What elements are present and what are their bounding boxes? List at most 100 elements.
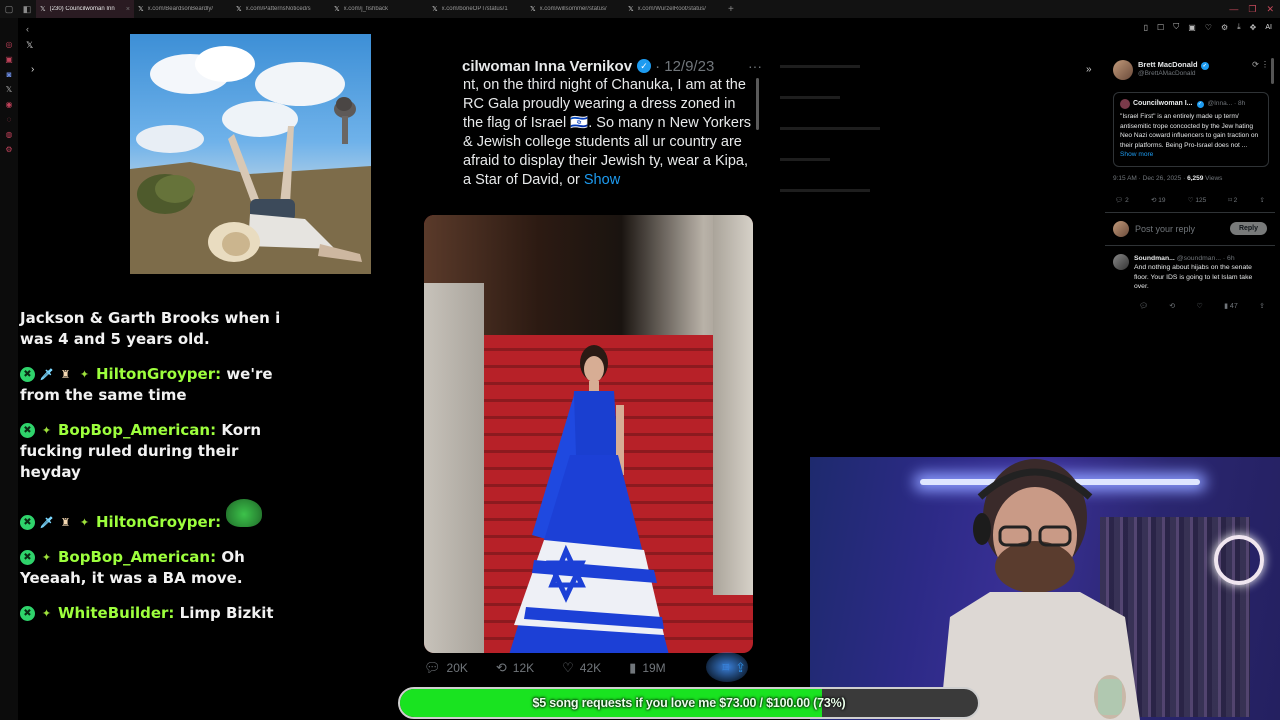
browser-tab[interactable]: 𝕏x.com/PatternsNoticed/s	[232, 0, 330, 18]
repost-count: 12K	[512, 661, 535, 675]
wallet-icon[interactable]: ▣	[1188, 23, 1196, 32]
bookmark-button[interactable]: ⌑ 2	[1228, 196, 1237, 204]
browser-tab[interactable]: 𝕏x.com/BeardsonBeardly/	[134, 0, 232, 18]
author-handle[interactable]: @BrettAMacDonald	[1138, 70, 1209, 77]
expand-arrow-icon[interactable]: ›	[31, 64, 34, 75]
reply-button[interactable]: 💬︎ 2	[1115, 196, 1129, 204]
views-button[interactable]: ▮ 47	[1224, 302, 1238, 310]
restore-icon[interactable]: ❐	[1248, 4, 1256, 15]
ai-button[interactable]: AI	[1265, 24, 1272, 31]
repost-button[interactable]: ⟲ 19	[1151, 196, 1166, 204]
shield-icon[interactable]: ⛉	[1173, 22, 1179, 32]
browser-tab[interactable]: 𝕏x.com/j_fishback	[330, 0, 428, 18]
like-button[interactable]: ♡ 42K	[562, 660, 601, 676]
avatar[interactable]	[1113, 60, 1133, 80]
bookmark-icon[interactable]: ☐	[1157, 23, 1164, 32]
download-icon[interactable]: ⤓	[1237, 22, 1241, 32]
chat-username[interactable]: BopBop_American:	[58, 421, 216, 439]
reply-item[interactable]: Soundman... @soundman... · 6h And nothin…	[1105, 253, 1275, 292]
browser-tab[interactable]: 𝕏x.com/boneOPT/status/1	[428, 0, 526, 18]
x-logo-icon: 𝕏	[40, 5, 46, 13]
sidebar-app-icon[interactable]: ◍	[6, 130, 13, 139]
dim-block: ▬▬▬▬▬▬▬▬▬	[780, 184, 870, 195]
sidebar-toggle-icon[interactable]: ◧	[18, 0, 36, 18]
tweet-author-name[interactable]: cilwoman Inna Vernikov	[462, 58, 632, 75]
quoted-post[interactable]: Councilwoman I... ✓ @Inna... · 8h "Israe…	[1113, 92, 1269, 167]
chat-username[interactable]: HiltonGroyper:	[96, 513, 221, 531]
tab-label: (230) Councilwoman Inn	[49, 6, 115, 12]
more-options-icon[interactable]: ···	[748, 58, 762, 74]
dress-figure	[509, 345, 669, 653]
donation-goal-bar: $5 song requests if you love me $73.00 /…	[398, 687, 980, 719]
chat-username[interactable]: HiltonGroyper:	[96, 365, 221, 383]
share-icon[interactable]: ⇪	[1259, 302, 1265, 310]
avatar[interactable]	[1113, 253, 1129, 270]
heart-icon[interactable]: ♡	[1196, 302, 1202, 310]
floating-compose-icon[interactable]	[706, 652, 748, 682]
view-count: 6,259	[1187, 174, 1204, 182]
sidebar-app-icon[interactable]: ◌	[7, 115, 12, 124]
new-tab-button[interactable]: +	[728, 4, 734, 15]
reply-count: 20K	[446, 661, 468, 675]
close-window-icon[interactable]: ✕	[1266, 4, 1274, 15]
tab-menu-icon[interactable]: ▢	[0, 0, 18, 18]
chat-badges: ✖ ✦	[20, 550, 54, 565]
collapse-panel-icon[interactable]: »	[1086, 64, 1092, 75]
show-more-link[interactable]: Show more	[1120, 150, 1262, 160]
x-logo-icon[interactable]: 𝕏	[26, 40, 33, 51]
back-arrow-icon[interactable]: ‹	[26, 24, 29, 34]
heart-icon[interactable]: ♡	[1205, 23, 1212, 32]
tweet-photo[interactable]	[424, 215, 753, 653]
share-icon[interactable]: ⇪	[1260, 196, 1265, 204]
grok-icon[interactable]: ⟳ ⋮	[1252, 60, 1269, 69]
x-logo-icon: 𝕏	[432, 5, 438, 13]
divider	[1105, 211, 1275, 213]
chat-message: ✖ ✦ BopBop_American: Korn fucking ruled du…	[20, 420, 290, 483]
tweet-scrollbar[interactable]	[756, 78, 759, 130]
photo-wall-right	[713, 215, 753, 595]
repost-icon[interactable]: ⟲	[1169, 302, 1175, 310]
repost-button[interactable]: ⟲ 12K	[496, 660, 534, 676]
sidebar-app-icon[interactable]: ◉	[6, 100, 13, 109]
sidebar-app-icon[interactable]: ◙	[7, 70, 12, 79]
tab-label: x.com/BeardsonBeardly/	[147, 6, 214, 12]
minimize-icon[interactable]: —	[1229, 4, 1238, 14]
sidebar-app-icon[interactable]: ▣	[5, 55, 13, 64]
chat-badges: ✖ ✦	[20, 423, 54, 438]
reply-button[interactable]: 💬︎ 20K	[424, 660, 468, 676]
post-actions: 💬︎ 2 ⟲ 19 ♡ 125 ⌑ 2 ⇪	[1115, 196, 1265, 204]
puzzle-icon[interactable]: ✥	[1250, 23, 1257, 32]
sidebar-app-icon[interactable]: ◎	[6, 40, 13, 49]
reply-input[interactable]: Post your reply	[1135, 224, 1224, 234]
x-logo-icon[interactable]: 𝕏	[6, 85, 12, 94]
reply-icon[interactable]: 💬︎	[1139, 302, 1148, 310]
chat-username[interactable]: BopBop_American:	[58, 548, 216, 566]
close-tab-icon[interactable]: ×	[126, 6, 130, 13]
chat-message: ✖ 🗡︎ ♜ ✦ HiltonGroyper:	[20, 497, 290, 533]
browser-tab[interactable]: 𝕏x.com/willsommer/status/	[526, 0, 624, 18]
ring-light	[1214, 535, 1264, 585]
verified-badge-icon: ✓	[637, 59, 652, 73]
extension-icon[interactable]: ▯	[1144, 23, 1148, 32]
sidebar-app-icon[interactable]: ⚙	[5, 145, 12, 154]
sword-badge-icon: 🗡︎	[39, 368, 54, 381]
dim-block: ▬▬▬▬▬▬▬▬	[780, 60, 860, 71]
tweet-date[interactable]: · 12/9/23	[655, 58, 714, 75]
chat-username[interactable]: WhiteBuilder:	[58, 604, 174, 622]
show-more-link[interactable]: Show	[584, 172, 620, 188]
post-timestamp: 9:15 AM · Dec 26, 2025 · 6,259 Views	[1113, 174, 1223, 182]
author-name[interactable]: Brett MacDonald ✓	[1138, 60, 1209, 70]
verified-badge-icon: ✓	[1196, 100, 1204, 108]
comment-author[interactable]: Soundman...	[1134, 255, 1175, 262]
browser-tab[interactable]: 𝕏 (230) Councilwoman Inn ×	[36, 0, 134, 18]
reply-submit-button[interactable]: Reply	[1229, 222, 1267, 235]
chat-text: Jackson & Garth Brooks when i was 4 and …	[20, 309, 281, 348]
stream-chat: Jackson & Garth Brooks when i was 4 and …	[20, 308, 290, 638]
chat-message: ✖ ✦ WhiteBuilder: Limp Bizkit	[20, 603, 290, 624]
browser-tab[interactable]: 𝕏x.com/WurzelRoot/status/	[624, 0, 722, 18]
settings-icon[interactable]: ⚙	[1221, 23, 1228, 32]
tab-label: x.com/j_fishback	[343, 6, 388, 12]
goal-text: $5 song requests if you love me $73.00 /…	[532, 696, 846, 710]
views-button[interactable]: ▮ 19M	[629, 660, 666, 676]
like-button[interactable]: ♡ 125	[1188, 196, 1207, 204]
